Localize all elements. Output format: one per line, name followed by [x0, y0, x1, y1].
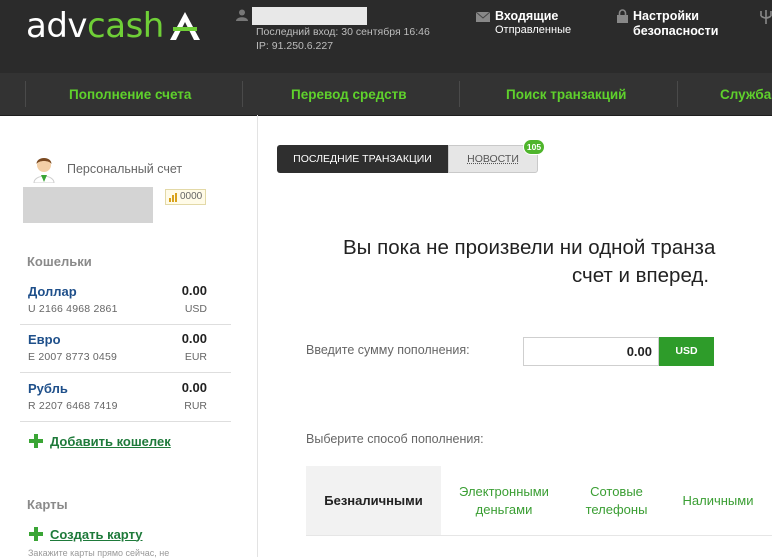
rating-bars-icon	[169, 193, 177, 202]
wallet-currency: EUR	[185, 351, 207, 363]
add-wallet-link[interactable]: Добавить кошелек	[28, 433, 171, 449]
nav-transfer[interactable]: Перевод средств	[291, 73, 407, 115]
method-tab-cash[interactable]: Наличными	[666, 466, 770, 535]
security-settings-link[interactable]: Настройки безопасности	[633, 9, 743, 39]
ip-address-text: IP: 91.250.6.227	[256, 40, 333, 53]
tab-news[interactable]: НОВОСТИ 105	[448, 145, 538, 173]
rating-badge[interactable]: 0000	[165, 189, 206, 205]
tab-news-label: НОВОСТИ	[467, 153, 519, 165]
lock-icon	[617, 9, 628, 23]
nav-separator	[459, 81, 460, 107]
main-nav: Пополнение счета Перевод средств Поиск т…	[0, 73, 772, 116]
deposit-methods-tabs: Безналичными Электронными деньгами Сотов…	[306, 466, 772, 536]
wallet-currency: RUR	[184, 400, 207, 412]
nav-deposit[interactable]: Пополнение счета	[69, 73, 191, 115]
username-redacted	[252, 7, 367, 25]
nav-support[interactable]: Служба	[720, 73, 771, 115]
wallet-number: R 2207 6468 7419	[28, 400, 118, 412]
user-icon	[236, 9, 248, 21]
wallet-name[interactable]: Рубль	[28, 381, 68, 396]
logo-text-adv: adv	[26, 9, 87, 43]
advcash-logo[interactable]: adv cash	[26, 9, 200, 43]
tab-recent-transactions[interactable]: ПОСЛЕДНИЕ ТРАНЗАКЦИИ	[277, 145, 448, 173]
wallet-usd[interactable]: Доллар U 2166 4968 2861 0.00 USD	[20, 276, 231, 325]
logo-text-cash: cash	[87, 9, 164, 43]
sidebar-divider	[257, 115, 258, 557]
method-label: Выберите способ пополнения:	[306, 432, 484, 446]
wallet-amount: 0.00	[182, 380, 207, 395]
create-card-label[interactable]: Создать карту	[50, 527, 143, 542]
last-login-text: Последний вход: 30 сентября 16:46	[256, 26, 430, 39]
wallet-currency: USD	[185, 303, 207, 315]
empty-state-message-line2: счет и вперед.	[572, 264, 709, 288]
wallet-rur[interactable]: Рубль R 2207 6468 7419 0.00 RUR	[20, 373, 231, 422]
wallet-eur[interactable]: Евро E 2007 8773 0459 0.00 EUR	[20, 324, 231, 373]
wallet-name[interactable]: Евро	[28, 332, 61, 347]
nav-transaction-search[interactable]: Поиск транзакций	[506, 73, 626, 115]
amount-label: Введите сумму пополнения:	[306, 343, 470, 357]
nav-separator	[242, 81, 243, 107]
wallet-number: E 2007 8773 0459	[28, 351, 117, 363]
main-tabs: ПОСЛЕДНИЕ ТРАНЗАКЦИИ НОВОСТИ 105	[277, 145, 538, 173]
logo-a-mark-icon	[170, 12, 200, 40]
empty-state-message-line1: Вы пока не произвели ни одной транза	[343, 236, 715, 260]
rating-value: 0000	[180, 190, 202, 204]
plus-icon	[28, 526, 44, 542]
top-header: adv cash Последний вход: 30 сентября 16:4…	[0, 0, 772, 73]
method-tab-mobile[interactable]: Сотовые телефоны	[567, 466, 666, 535]
sent-link[interactable]: Отправленные	[495, 24, 571, 36]
method-tab-e-money[interactable]: Электронными деньгами	[441, 466, 567, 535]
wallet-name[interactable]: Доллар	[28, 284, 77, 299]
amount-input[interactable]: 0.00	[523, 337, 659, 366]
wallet-amount: 0.00	[182, 331, 207, 346]
currency-select-button[interactable]: USD	[659, 337, 714, 366]
wallet-amount: 0.00	[182, 283, 207, 298]
trident-icon[interactable]	[760, 10, 772, 24]
inbox-link[interactable]: Входящие	[495, 9, 558, 23]
create-card-link[interactable]: Создать карту	[28, 526, 143, 542]
nav-separator	[25, 81, 26, 107]
wallets-title: Кошельки	[27, 254, 92, 269]
cards-title: Карты	[27, 497, 68, 512]
account-type-label: Персональный счет	[67, 162, 182, 176]
wallet-number: U 2166 4968 2861	[28, 303, 118, 315]
news-count-badge: 105	[523, 139, 545, 155]
avatar-icon	[31, 153, 57, 183]
nav-separator	[677, 81, 678, 107]
account-name-redacted	[23, 187, 153, 223]
method-tab-bank-transfer[interactable]: Безналичными	[306, 466, 441, 535]
mail-icon	[476, 12, 490, 22]
plus-icon	[28, 433, 44, 449]
add-wallet-label[interactable]: Добавить кошелек	[50, 434, 171, 449]
